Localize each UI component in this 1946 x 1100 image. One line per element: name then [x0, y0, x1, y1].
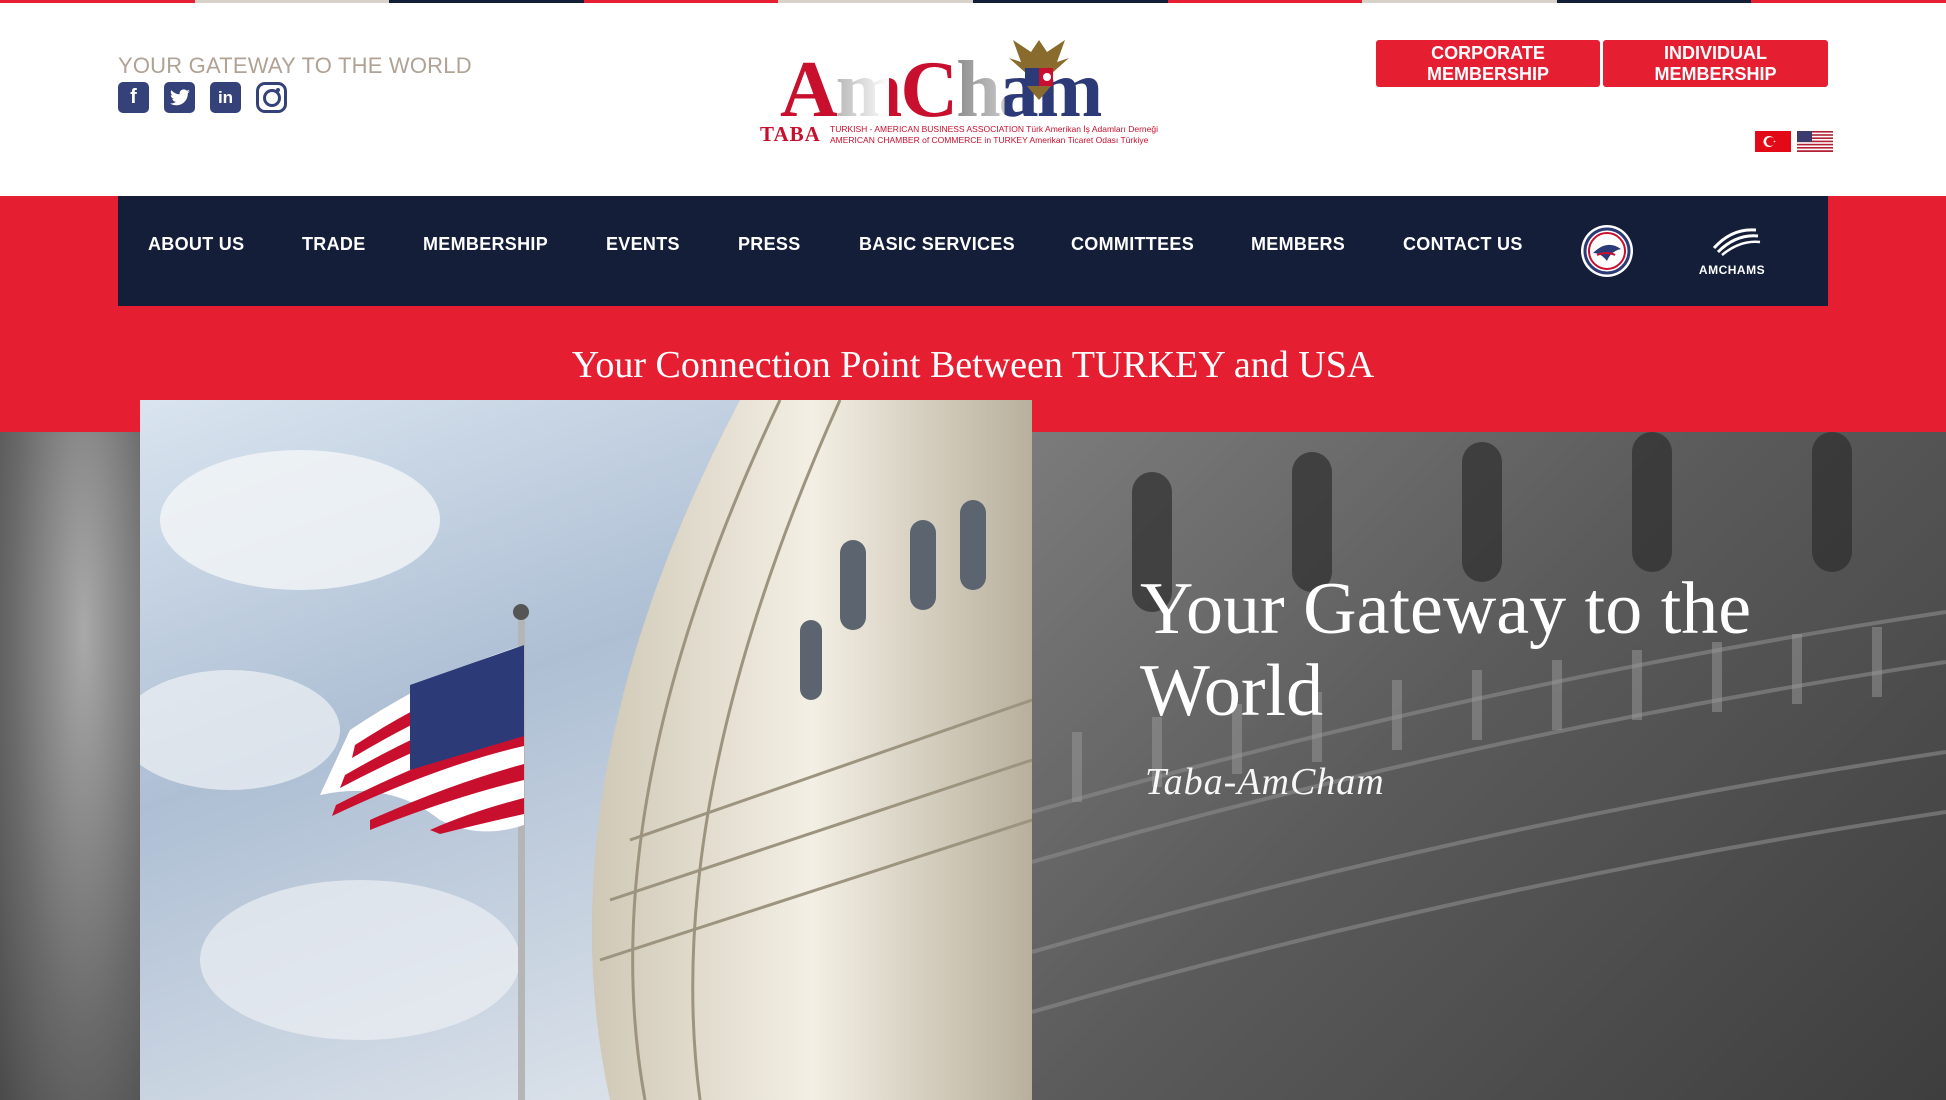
banner-headline: Your Connection Point Between TURKEY and… [571, 344, 1375, 386]
nav-committees[interactable]: COMMITTEES [1071, 234, 1194, 255]
twitter-icon[interactable] [164, 82, 195, 113]
capitol-flag-photo [140, 400, 1032, 1100]
nav-basic-services[interactable]: BASIC SERVICES [859, 234, 1015, 255]
social-links: f in [118, 82, 287, 113]
site-tagline: YOUR GATEWAY TO THE WORLD [118, 53, 472, 78]
amchams-label: AMCHAMS [1698, 263, 1766, 277]
amchams-in-europe-logo[interactable]: AMCHAMS [1698, 226, 1766, 277]
nav-membership[interactable]: MEMBERSHIP [423, 234, 548, 255]
logo-taba: TABA [760, 122, 821, 146]
hero-left-clouds [0, 432, 140, 1100]
linkedin-icon[interactable]: in [210, 82, 241, 113]
nav-events[interactable]: EVENTS [606, 234, 680, 255]
individual-membership-label: INDIVIDUAL MEMBERSHIP [1654, 42, 1777, 84]
eagle-emblem-icon [1009, 40, 1069, 100]
corporate-membership-button[interactable]: CORPORATE MEMBERSHIP [1376, 40, 1600, 87]
facebook-icon[interactable]: f [118, 82, 149, 113]
corporate-membership-label: CORPORATE MEMBERSHIP [1426, 42, 1549, 84]
main-navigation: ABOUT US TRADE MEMBERSHIP EVENTS PRESS B… [118, 196, 1828, 306]
individual-membership-button[interactable]: INDIVIDUAL MEMBERSHIP [1603, 40, 1828, 87]
hero-title: Your Gateway to the World [1140, 568, 1752, 732]
taba-amcham-signature: Taba-AmCham [1145, 761, 1385, 803]
logo-subtitle-2: AMERICAN CHAMBER of COMMERCE in TURKEY A… [830, 135, 1149, 145]
nav-press[interactable]: PRESS [738, 234, 801, 255]
instagram-icon[interactable] [256, 82, 287, 113]
top-color-stripe [0, 0, 1946, 3]
us-chamber-seal-icon[interactable] [1581, 225, 1633, 277]
nav-members[interactable]: MEMBERS [1251, 234, 1345, 255]
amcham-logo[interactable]: AmCham TABA TURKISH - AMERICAN BUSINESS … [760, 34, 1180, 150]
nav-contact-us[interactable]: CONTACT US [1403, 234, 1523, 255]
nav-trade[interactable]: TRADE [302, 234, 366, 255]
us-flag-icon[interactable] [1797, 131, 1833, 152]
language-switcher [1755, 131, 1833, 152]
turkish-flag-icon[interactable] [1755, 131, 1791, 152]
logo-subtitle-1: TURKISH - AMERICAN BUSINESS ASSOCIATION … [830, 124, 1158, 134]
nav-about-us[interactable]: ABOUT US [148, 234, 244, 255]
